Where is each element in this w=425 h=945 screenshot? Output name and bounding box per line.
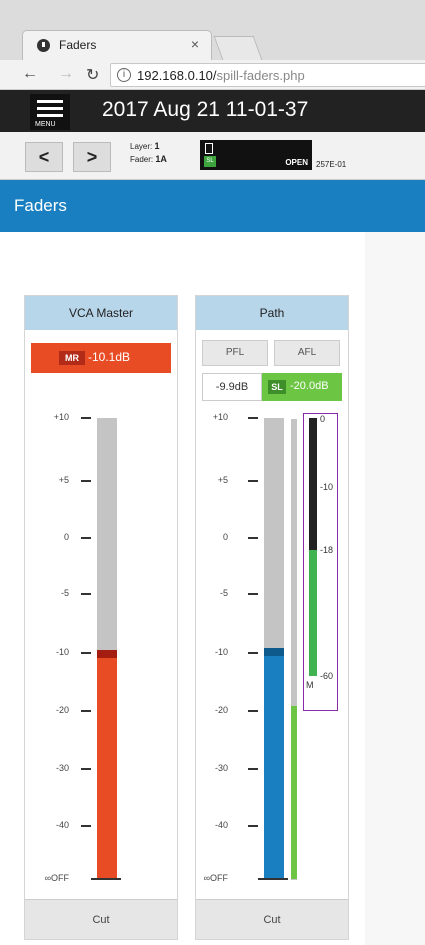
fader-baseline [258, 878, 288, 880]
scale-tick [248, 825, 258, 827]
scale-label: -20 [55, 705, 69, 715]
scale-label: -40 [214, 820, 228, 830]
scale-label: 0 [63, 532, 69, 542]
meter-label: M [306, 680, 314, 690]
tab-favicon-icon [37, 39, 50, 52]
scale-tick [248, 417, 258, 419]
meter-label: -60 [320, 671, 334, 681]
scale-label: -10 [214, 647, 228, 657]
scale-label: +10 [212, 412, 228, 422]
strip-title: Path [196, 296, 348, 330]
app-header: MENU 2017 Aug 21 11-01-37 [0, 90, 425, 132]
fader-fill [97, 653, 117, 879]
browser-tab-strip: Faders × [0, 0, 425, 60]
reload-icon[interactable]: ↻ [86, 65, 99, 85]
prev-button[interactable]: < [25, 142, 63, 172]
fader-strip-vca-master: VCA Master MR -10.1dB Cut +10 +5 0 -5 -10 -20… [24, 295, 178, 940]
cut-button[interactable]: Cut [25, 899, 177, 939]
level-meter: 0 -10 -18 -60 M [303, 413, 338, 711]
layer-info: Layer: 1 Fader: 1A [130, 141, 167, 164]
scale-label: -30 [55, 763, 69, 773]
scale-label: -20 [214, 705, 228, 715]
scale-label: ∞OFF [44, 873, 69, 883]
fader-handle[interactable] [97, 649, 117, 658]
meter-bar-fill [291, 706, 297, 879]
next-button[interactable]: > [73, 142, 111, 172]
page-title: Faders [14, 196, 67, 215]
forward-arrow-icon[interactable]: → [58, 65, 74, 83]
sl-tag: SL [268, 380, 286, 394]
new-tab-button[interactable] [213, 36, 263, 60]
sl-level-display: SL -20.0dB [262, 373, 342, 401]
url-text: 192.168.0.10/spill-faders.php [137, 68, 305, 83]
fader-fill [264, 651, 284, 879]
tab-close-icon[interactable]: × [191, 36, 199, 52]
scale-tick [81, 480, 91, 482]
level-display: MR -10.1dB [31, 343, 171, 373]
channel-status-text: OPEN [285, 158, 308, 167]
scale-tick [248, 480, 258, 482]
scale-tick [81, 768, 91, 770]
afl-button[interactable]: AFL [274, 340, 340, 366]
menu-label: MENU [35, 121, 56, 128]
scale-tick [81, 825, 91, 827]
meter-label: 0 [320, 414, 326, 424]
meter-segment-black [309, 418, 317, 550]
battery-icon [205, 143, 213, 154]
scale-label: -5 [60, 588, 69, 598]
fader-baseline [91, 878, 121, 880]
scale-label: +10 [53, 412, 69, 422]
pfl-button[interactable]: PFL [202, 340, 268, 366]
hamburger-icon [37, 100, 63, 103]
scale-tick [248, 593, 258, 595]
scale-tick [81, 593, 91, 595]
scale-tick [248, 710, 258, 712]
meter-label: -10 [320, 482, 334, 492]
scale-tick [81, 710, 91, 712]
scale-tick [81, 417, 91, 419]
address-bar-row: ← → ↻ i 192.168.0.10/spill-faders.php [0, 60, 425, 90]
meter-label: -18 [320, 545, 334, 555]
info-icon[interactable]: i [117, 68, 131, 82]
channel-status[interactable]: SL OPEN [200, 140, 312, 170]
scale-label: -30 [214, 763, 228, 773]
scale-label: -5 [219, 588, 228, 598]
page-header: Faders [0, 180, 425, 232]
channel-id: 257E-01 [316, 160, 347, 169]
cut-button[interactable]: Cut [196, 899, 348, 939]
tab-title: Faders [59, 38, 97, 52]
url-field[interactable]: i 192.168.0.10/spill-faders.php [110, 63, 425, 87]
scale-label: +5 [58, 475, 69, 485]
scale-tick [81, 652, 91, 654]
scale-label: -10 [55, 647, 69, 657]
fader-strip-path: Path PFL AFL -9.9dB SL -20.0dB 0 -10 -18 -6… [195, 295, 349, 940]
scale-tick [248, 768, 258, 770]
mr-tag: MR [59, 351, 85, 365]
side-area [365, 232, 425, 945]
menu-button[interactable]: MENU [30, 94, 70, 130]
channel-badge: SL [204, 156, 216, 167]
scale-label: 0 [222, 532, 228, 542]
scale-label: ∞OFF [203, 873, 228, 883]
scale-label: +5 [217, 475, 228, 485]
scale-label: -40 [55, 820, 69, 830]
level-value: -10.1dB [88, 350, 131, 364]
sl-value: -20.0dB [290, 380, 329, 392]
datetime: 2017 Aug 21 11-01-37 [102, 98, 309, 121]
scale-tick [81, 537, 91, 539]
scale-tick [248, 652, 258, 654]
fader-value: -9.9dB [202, 373, 262, 401]
browser-tab[interactable]: Faders × [22, 30, 212, 60]
scale-tick [248, 537, 258, 539]
meter-segment-green [309, 550, 317, 676]
back-arrow-icon[interactable]: ← [22, 65, 38, 83]
fader-handle[interactable] [264, 647, 284, 656]
strip-title: VCA Master [25, 296, 177, 330]
